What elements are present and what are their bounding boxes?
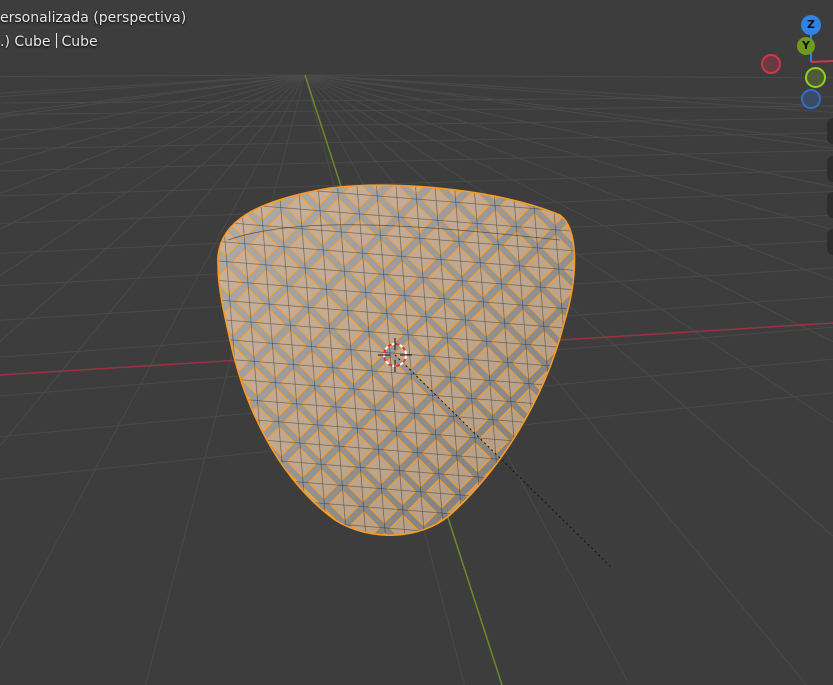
camera-view-button[interactable]: [827, 192, 833, 218]
grid-line: [0, 74, 306, 118]
viewport-scene[interactable]: [0, 0, 833, 685]
gizmo-z-label: Z: [807, 18, 815, 31]
gizmo-neg-x-axis[interactable]: [761, 54, 781, 74]
grid-line: [0, 105, 833, 115]
gizmo-x-line: [810, 60, 833, 63]
view-label: ersonalizada (perspectiva): [0, 10, 187, 26]
gizmo-y-label: Y: [802, 39, 810, 52]
object-info: .) Cube Cube: [0, 33, 98, 50]
grid-line: [304, 74, 833, 108]
grid-line: [0, 74, 306, 165]
perspective-toggle-button[interactable]: [827, 229, 833, 255]
gizmo-neg-y-axis[interactable]: [805, 67, 826, 88]
pan-button[interactable]: [827, 156, 833, 182]
grid-line: [304, 74, 833, 149]
3d-viewport[interactable]: ersonalizada (perspectiva) .) Cube Cube Z…: [0, 0, 833, 685]
grid-line: [0, 74, 306, 230]
zoom-button[interactable]: [827, 118, 833, 144]
gizmo-neg-z-axis[interactable]: [801, 89, 821, 109]
grid-line: [0, 117, 833, 131]
grid-line: [304, 74, 833, 79]
grid-line: [0, 132, 833, 150]
gizmo-z-axis[interactable]: Z: [801, 15, 821, 35]
collection-label: .) Cube: [0, 34, 51, 50]
grid-line: [0, 74, 306, 78]
gizmo-y-axis[interactable]: Y: [797, 37, 815, 55]
object-name: Cube: [61, 34, 98, 50]
grid-line: [0, 74, 306, 115]
grid-line: [304, 74, 833, 188]
separator: [55, 33, 57, 48]
grid-line: [0, 74, 306, 94]
